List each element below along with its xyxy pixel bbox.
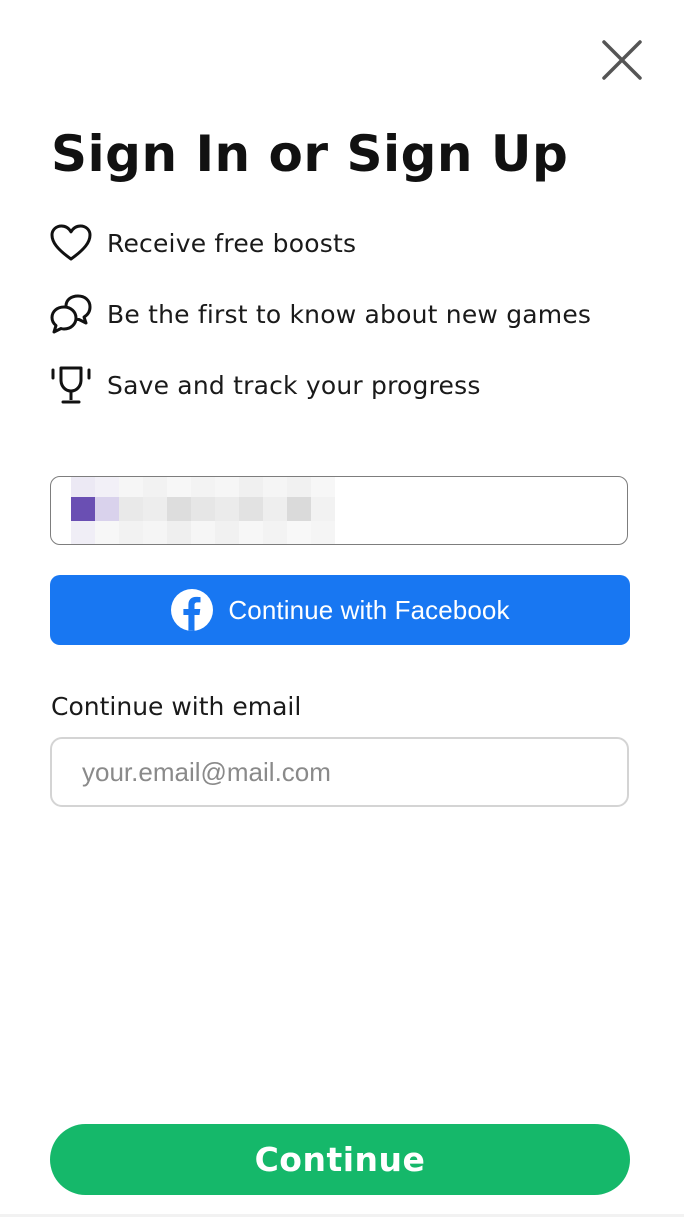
continue-button[interactable]: Continue <box>50 1124 630 1195</box>
redacted-account-button[interactable] <box>50 476 628 545</box>
facebook-button-label: Continue with Facebook <box>228 594 510 625</box>
benefit-label: Receive free boosts <box>107 228 357 258</box>
benefit-track-progress: Save and track your progress <box>49 363 481 407</box>
benefit-label: Save and track your progress <box>107 370 481 400</box>
benefit-label: Be the first to know about new games <box>107 299 592 329</box>
trophy-icon <box>49 363 95 407</box>
continue-with-facebook-button[interactable]: Continue with Facebook <box>50 575 630 645</box>
page-title: Sign In or Sign Up <box>51 125 569 183</box>
close-button[interactable] <box>598 36 646 84</box>
heart-icon <box>49 221 95 265</box>
close-icon <box>602 40 642 80</box>
chat-bubbles-icon <box>49 292 95 336</box>
email-section-label: Continue with email <box>51 692 302 721</box>
facebook-icon <box>170 588 214 632</box>
benefit-new-games: Be the first to know about new games <box>49 292 591 336</box>
email-input[interactable] <box>50 737 629 807</box>
benefit-free-boosts: Receive free boosts <box>49 221 356 265</box>
